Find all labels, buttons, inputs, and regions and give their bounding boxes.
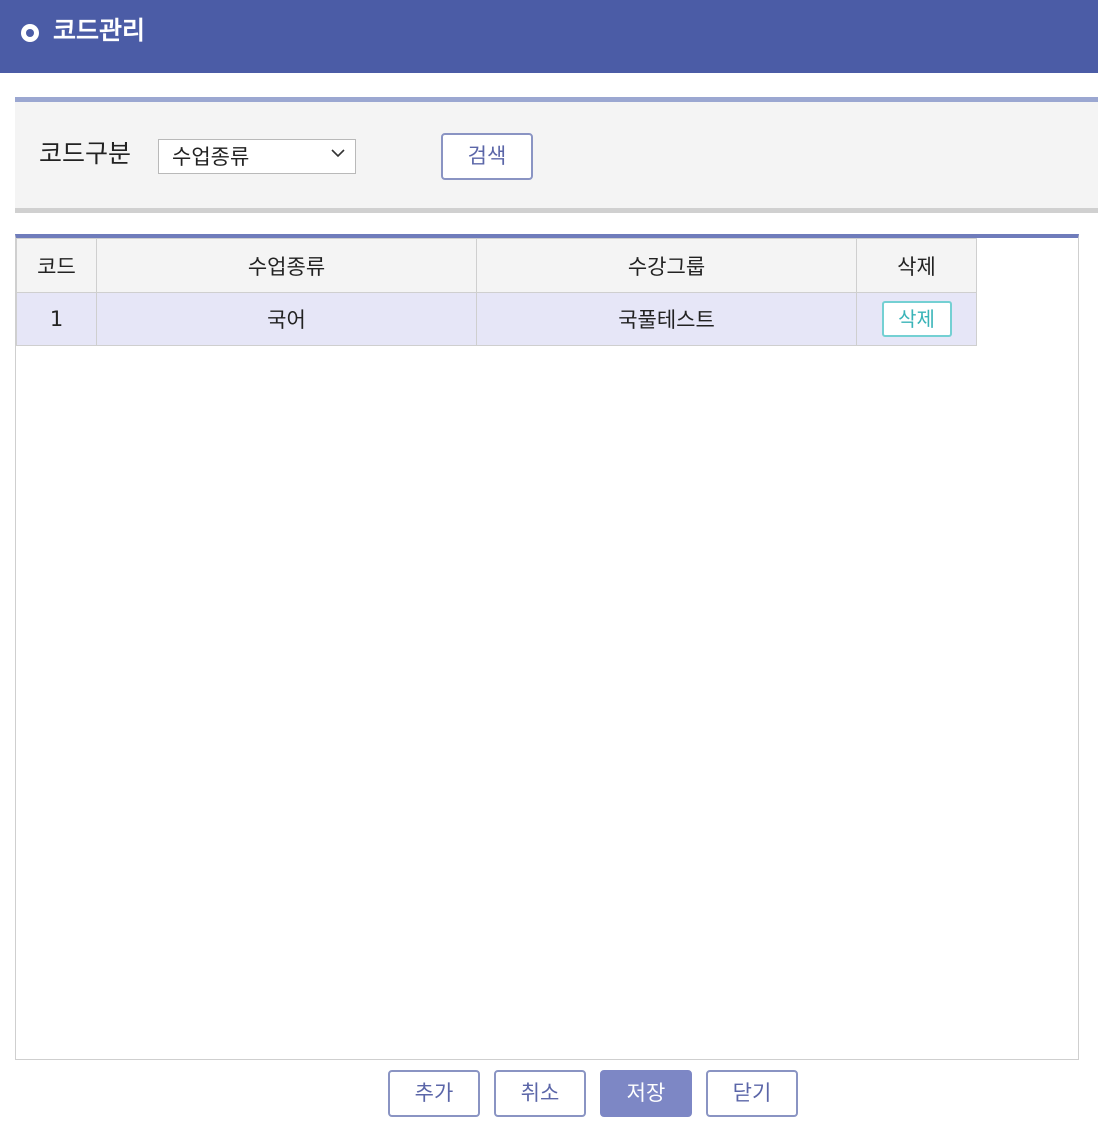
column-header-course-group: 수강그룹 (476, 238, 857, 293)
cell-course-group[interactable]: 국풀테스트 (476, 292, 857, 346)
column-header-class-type: 수업종류 (96, 238, 477, 293)
table-header-row: 코드 수업종류 수강그룹 삭제 (16, 238, 977, 293)
add-button[interactable]: 추가 (388, 1070, 480, 1117)
column-header-code: 코드 (16, 238, 97, 293)
chevron-down-icon (331, 149, 345, 158)
close-button[interactable]: 닫기 (706, 1070, 798, 1117)
code-category-select[interactable]: 수업종류 (158, 139, 356, 174)
delete-row-button[interactable]: 삭제 (881, 301, 952, 337)
column-header-delete: 삭제 (856, 238, 977, 293)
code-table: 코드 수업종류 수강그룹 삭제 1 국어 국풀테스트 삭제 (16, 238, 977, 346)
search-panel: 코드구분 수업종류 검색 (15, 97, 1098, 213)
cell-class-type[interactable]: 국어 (96, 292, 477, 346)
circle-bullet-icon (21, 24, 39, 42)
page-title: 코드관리 (53, 16, 146, 45)
cell-code[interactable]: 1 (16, 292, 97, 346)
page-header: 코드관리 (0, 0, 1098, 73)
cell-delete: 삭제 (856, 292, 977, 346)
cancel-button[interactable]: 취소 (494, 1070, 586, 1117)
save-button[interactable]: 저장 (600, 1070, 692, 1117)
code-grid: 코드 수업종류 수강그룹 삭제 1 국어 국풀테스트 삭제 (15, 234, 1079, 1060)
table-row[interactable]: 1 국어 국풀테스트 삭제 (16, 292, 977, 346)
code-category-label: 코드구분 (39, 139, 132, 168)
search-button[interactable]: 검색 (441, 133, 533, 180)
code-category-select-value: 수업종류 (172, 145, 250, 169)
